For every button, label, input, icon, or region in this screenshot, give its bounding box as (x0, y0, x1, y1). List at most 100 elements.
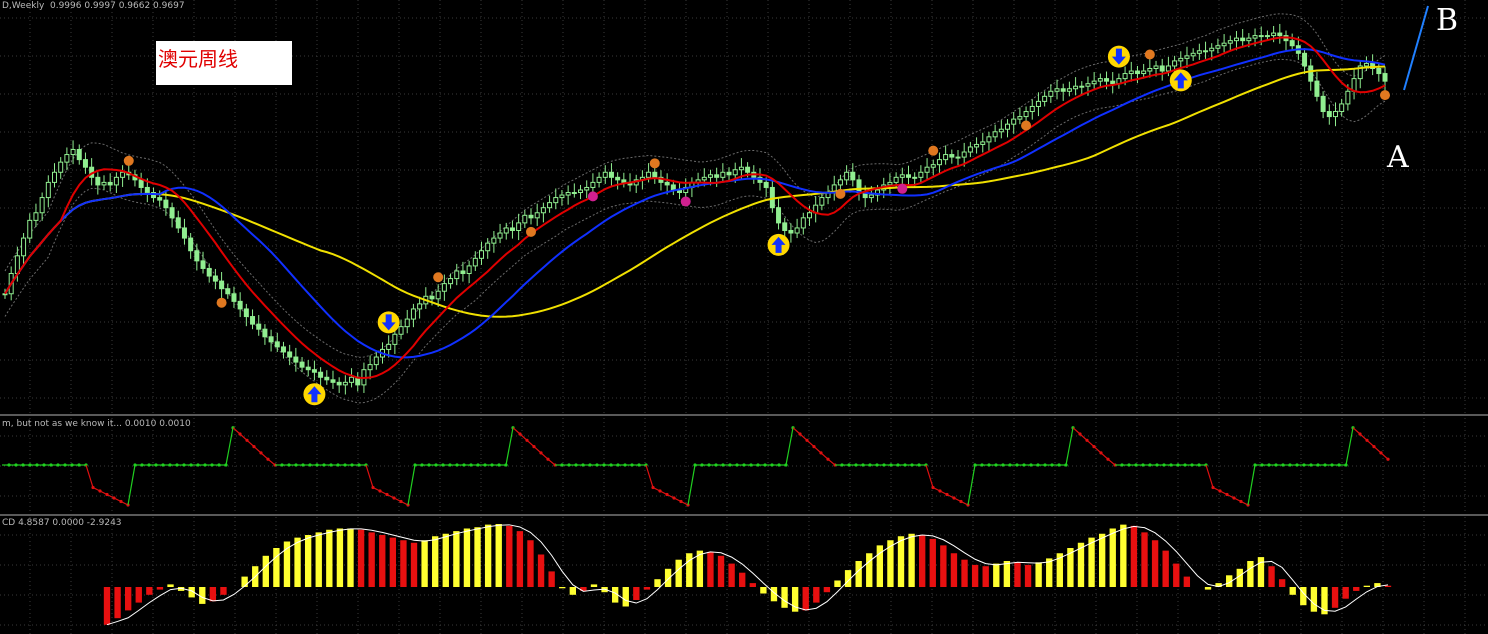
candle-body (1165, 65, 1171, 72)
candle-body (974, 143, 980, 148)
candle-body (800, 217, 806, 229)
candle-body (924, 166, 930, 173)
candle-body (1042, 95, 1048, 102)
candle-body (1376, 67, 1382, 75)
candle-body (169, 207, 175, 219)
panel-separator[interactable] (0, 514, 1488, 516)
candle-body (1332, 111, 1338, 118)
candle-body (256, 323, 262, 330)
candle-body (961, 151, 967, 158)
candle-body (268, 336, 274, 343)
candle-body (1159, 65, 1165, 72)
candle-body (367, 364, 373, 371)
indicator1-header: m, but not as we know it... 0.0010 0.001… (2, 419, 191, 429)
candle-body (398, 326, 404, 335)
candle-body (250, 316, 256, 325)
candle-body (738, 166, 744, 171)
candle-body (1289, 40, 1295, 47)
candle-body (429, 295, 435, 300)
candle-body (52, 171, 58, 183)
candle-body (175, 217, 181, 229)
state-indicator-panel[interactable]: m, but not as we know it... 0.0010 0.001… (0, 418, 1488, 514)
histogram-chart (0, 517, 1488, 634)
candle-body (1085, 83, 1091, 87)
candle-body (596, 176, 602, 183)
candle-body (788, 229, 794, 234)
candle-body (466, 265, 472, 275)
candle-body (1104, 78, 1110, 82)
panel-separator[interactable] (0, 414, 1488, 416)
signal-markers (123, 45, 1390, 406)
candle-body (1141, 70, 1147, 75)
candle-body (602, 171, 608, 178)
orange-dot-icon (649, 158, 660, 169)
candle-body (1153, 65, 1159, 69)
candle-body (1128, 70, 1134, 75)
candle-body (608, 171, 614, 178)
candle-body (992, 131, 998, 138)
candle-body (714, 174, 720, 178)
orange-dot-icon (1144, 49, 1155, 60)
candle-body (410, 308, 416, 320)
candle-body (225, 288, 231, 295)
chart-window: D,Weekly 0.9996 0.9997 0.9662 0.9697 澳元周… (0, 0, 1488, 634)
candle-body (262, 328, 268, 338)
candle-body (1147, 67, 1153, 72)
candle-body (1227, 40, 1233, 44)
candle-body (280, 346, 286, 353)
candle-body (850, 171, 856, 181)
state-indicator-chart (0, 418, 1488, 514)
histogram-panel[interactable]: CD 4.8587 0.0000 -2.9243 (0, 517, 1488, 634)
candle-body (1339, 103, 1345, 113)
candle-body (64, 154, 70, 163)
candle-body (621, 179, 627, 183)
candle-body (1091, 80, 1097, 85)
orange-dot-icon (1021, 120, 1032, 131)
candle-body (930, 164, 936, 168)
candle-body (578, 189, 584, 194)
orange-dot-icon (216, 297, 227, 308)
annotation-b: B (1436, 3, 1459, 38)
candle-body (553, 197, 559, 204)
candle-body (819, 197, 825, 206)
candle-body (392, 333, 398, 345)
candle-body (212, 275, 218, 282)
candle-body (646, 171, 652, 178)
candle-body (1252, 35, 1258, 39)
candle-body (1134, 70, 1140, 75)
candle-body (763, 181, 769, 188)
candle-body (243, 308, 249, 318)
candle-body (27, 219, 33, 239)
candle-body (856, 179, 862, 194)
candle-body (837, 179, 843, 186)
candle-body (324, 376, 330, 381)
candle-body (194, 250, 200, 262)
candle-body (1326, 111, 1332, 118)
main-price-panel[interactable]: D,Weekly 0.9996 0.9997 0.9662 0.9697 澳元周… (0, 0, 1488, 414)
title-box: 澳元周线 (156, 41, 292, 85)
candle-body (503, 227, 509, 234)
candle-body (95, 176, 101, 186)
state-segment (127, 464, 136, 506)
candle-body (652, 171, 658, 178)
magenta-dot-icon (897, 183, 908, 194)
candle-body (33, 212, 39, 221)
candle-body (1023, 111, 1029, 118)
candle-body (615, 176, 621, 181)
candle-body (584, 186, 590, 191)
candle-body (986, 136, 992, 143)
candle-body (1314, 80, 1320, 97)
state-segment (925, 464, 934, 488)
orange-dot-icon (928, 145, 939, 156)
candle-body (237, 300, 243, 310)
state-segment (407, 464, 416, 506)
candle-body (1178, 57, 1184, 62)
candle-body (516, 222, 522, 231)
candle-body (1029, 105, 1035, 113)
orange-dot-icon (1380, 90, 1390, 101)
candle-body (967, 146, 973, 153)
candle-body (330, 379, 336, 383)
candle-body (435, 290, 441, 300)
candle-body (534, 212, 540, 219)
candle-body (274, 341, 280, 348)
